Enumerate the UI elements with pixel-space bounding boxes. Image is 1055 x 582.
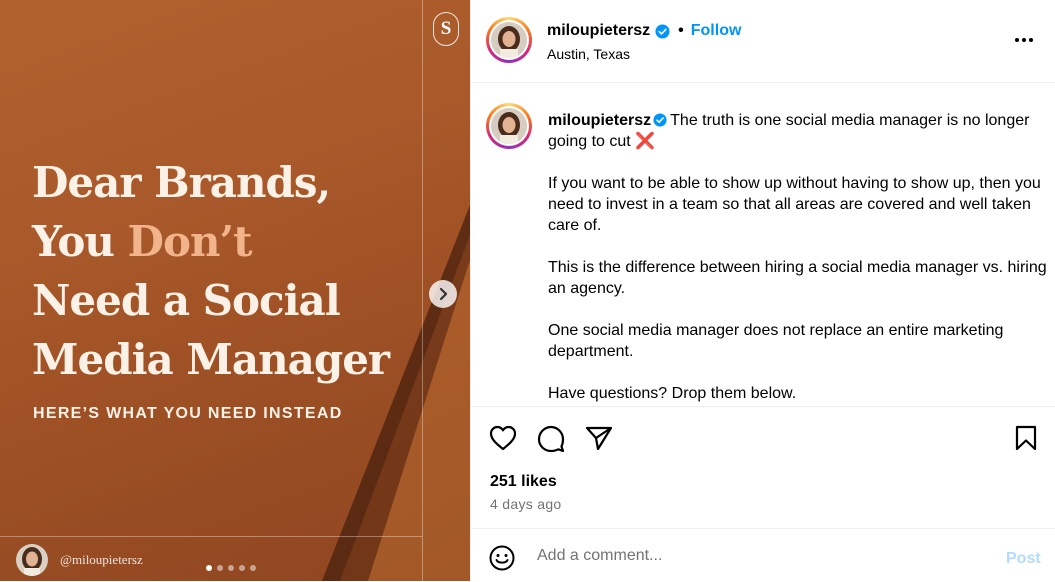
carousel-dot xyxy=(228,565,234,571)
caption-paragraph: If you want to be able to show up withou… xyxy=(548,175,1041,234)
author-name-row: miloupietersz • Follow xyxy=(547,22,741,40)
caption-username[interactable]: miloupietersz xyxy=(548,112,651,129)
more-options-button[interactable] xyxy=(1014,30,1034,48)
carousel-dot xyxy=(239,565,245,571)
post-caption: miloupietersz The truth is one social med… xyxy=(471,83,1055,406)
comment-bar: Post xyxy=(471,528,1055,582)
comment-icon xyxy=(537,425,565,453)
heart-icon xyxy=(489,425,517,451)
next-slide-button[interactable] xyxy=(429,280,457,308)
headline-accent: Don’t xyxy=(127,217,253,266)
post-subheadline: HERE’S WHAT YOU NEED INSTEAD xyxy=(33,405,343,422)
carousel-dot xyxy=(206,565,212,571)
cross-mark-emoji: ❌ xyxy=(635,133,656,150)
creator-handle: @miloupietersz xyxy=(60,552,143,567)
carousel-dot xyxy=(217,565,223,571)
headline-line-3: Need a Social xyxy=(32,276,341,325)
frame-line-horizontal xyxy=(0,536,422,537)
carousel-dot xyxy=(250,565,256,571)
more-icon xyxy=(1015,38,1033,42)
post-modal: S Dear Brands, You Don’t Need a Social M… xyxy=(0,0,1055,581)
caption-paragraph: This is the difference between hiring a … xyxy=(548,259,1047,297)
separator-dot: • xyxy=(678,22,684,39)
like-button[interactable] xyxy=(489,425,517,456)
caption-body: miloupietersz The truth is one social med… xyxy=(548,110,1048,406)
post-header: miloupietersz • Follow Austin, Texas xyxy=(471,0,1055,83)
post-location[interactable]: Austin, Texas xyxy=(547,46,630,62)
post-timestamp[interactable]: 4 days ago xyxy=(490,496,562,512)
post-media[interactable]: S Dear Brands, You Don’t Need a Social M… xyxy=(0,0,470,581)
chevron-right-icon xyxy=(439,287,448,301)
emoji-icon xyxy=(489,545,515,571)
s-logo-icon: S xyxy=(433,12,459,46)
bookmark-icon xyxy=(1015,425,1037,451)
creator-avatar xyxy=(16,544,48,576)
comment-input[interactable] xyxy=(537,543,987,569)
comment-button[interactable] xyxy=(537,425,565,458)
save-button[interactable] xyxy=(1015,425,1037,456)
caption-author-avatar[interactable] xyxy=(486,103,532,149)
share-icon xyxy=(585,426,613,451)
headline-line-4: Media Manager xyxy=(32,335,390,384)
carousel-indicator xyxy=(206,565,256,571)
emoji-button[interactable] xyxy=(489,545,515,576)
post-headline: Dear Brands, You Don’t Need a Social Med… xyxy=(32,153,432,389)
headline-line-1: Dear Brands, xyxy=(32,158,331,207)
post-sidebar: miloupietersz • Follow Austin, Texas mil… xyxy=(470,0,1055,581)
follow-button[interactable]: Follow xyxy=(691,22,742,40)
caption-paragraph: miloupietersz The truth is one social med… xyxy=(548,110,1048,152)
author-avatar[interactable] xyxy=(486,17,532,63)
verified-badge-icon xyxy=(655,23,670,39)
share-button[interactable] xyxy=(585,425,613,456)
post-actions: 251 likes 4 days ago xyxy=(471,406,1055,529)
headline-line-2-start: You xyxy=(32,217,128,266)
post-comment-button[interactable]: Post xyxy=(1006,550,1041,568)
author-username[interactable]: miloupietersz xyxy=(547,22,650,40)
like-count[interactable]: 251 likes xyxy=(490,473,557,491)
verified-badge-icon xyxy=(653,113,667,127)
caption-paragraph: One social media manager does not replac… xyxy=(548,322,1004,360)
caption-paragraph: Have questions? Drop them below. xyxy=(548,385,797,402)
